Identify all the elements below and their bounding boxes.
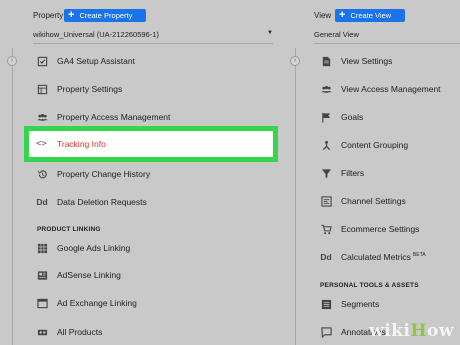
view-item-goals[interactable]: Goals: [320, 104, 363, 130]
property-item-label: GA4 Setup Assistant: [57, 56, 135, 66]
property-item-ad-exchange-linking[interactable]: Ad Exchange Linking: [36, 290, 137, 316]
create-property-button[interactable]: + Create Property: [64, 9, 146, 22]
property-item-label: Data Deletion Requests: [57, 197, 147, 207]
property-item-label: Property Change History: [57, 169, 151, 179]
property-item-label: Property Settings: [57, 84, 123, 94]
view-item-label: Goals: [341, 112, 364, 122]
people-icon: [320, 83, 332, 95]
property-item-change-history[interactable]: Property Change History: [36, 161, 150, 187]
view-item-content-grouping[interactable]: Content Grouping: [320, 132, 408, 158]
expand-middle-icon[interactable]: ›: [290, 56, 300, 66]
view-item-label: Calculated Metrics: [341, 252, 411, 262]
wikihow-watermark: wikiHow: [369, 321, 454, 341]
view-item-label: Filters: [341, 168, 365, 178]
segments-icon: [320, 298, 332, 310]
property-item-adsense-linking[interactable]: AdSense Linking: [36, 262, 121, 288]
view-item-label: View Settings: [341, 56, 393, 66]
view-item-label: Segments: [341, 299, 380, 309]
document-icon: [320, 55, 332, 67]
content-grouping-icon: [320, 139, 332, 151]
property-selector[interactable]: wikihow_Universal (UA-212260596-1) ▼: [33, 30, 273, 39]
property-item-label: Tracking Info: [57, 139, 106, 149]
property-item-google-ads-linking[interactable]: Google Ads Linking: [36, 235, 130, 261]
beta-badge: BETA: [412, 252, 426, 258]
view-item-channel-settings[interactable]: Channel Settings: [320, 188, 406, 214]
settings-panel-icon: [36, 83, 48, 95]
annotation-icon: [320, 326, 332, 338]
link-icon: [36, 326, 48, 338]
property-item-settings[interactable]: Property Settings: [36, 76, 122, 102]
create-view-label: Create View: [350, 11, 392, 20]
middle-rail: [295, 48, 296, 345]
dd-icon: Dd: [320, 252, 332, 262]
property-column-label: Property: [33, 11, 64, 20]
history-icon: [36, 168, 48, 180]
flag-icon: [320, 111, 332, 123]
property-selector-underline: [33, 43, 273, 44]
plus-icon: +: [339, 9, 346, 21]
plus-icon: +: [68, 9, 75, 21]
adsense-icon: [36, 269, 48, 281]
view-item-label: Content Grouping: [341, 140, 409, 150]
view-item-label: Ecommerce Settings: [341, 224, 420, 234]
property-item-data-deletion[interactable]: Dd Data Deletion Requests: [36, 189, 147, 215]
view-selector-underline: [314, 43, 460, 44]
property-item-label: Google Ads Linking: [57, 243, 131, 253]
view-item-settings[interactable]: View Settings: [320, 48, 392, 74]
code-icon: <>: [36, 139, 47, 149]
view-item-filters[interactable]: Filters: [320, 160, 364, 186]
view-item-label: View Access Management: [341, 84, 441, 94]
property-item-label: Property Access Management: [57, 112, 171, 122]
property-selector-value: wikihow_Universal (UA-212260596-1): [33, 30, 159, 39]
property-item-all-products[interactable]: All Products: [36, 319, 102, 345]
personal-tools-heading: PERSONAL TOOLS & ASSETS: [320, 282, 419, 289]
view-item-calculated-metrics[interactable]: Dd Calculated Metrics BETA: [320, 244, 426, 270]
property-item-tracking-info[interactable]: <> Tracking Info: [36, 134, 106, 154]
view-item-ecommerce-settings[interactable]: Ecommerce Settings: [320, 216, 419, 242]
property-item-label: Ad Exchange Linking: [57, 298, 137, 308]
chevron-down-icon: ▼: [267, 30, 273, 36]
property-item-label: All Products: [57, 327, 103, 337]
view-column-label: View: [314, 11, 332, 20]
property-item-ga4-setup[interactable]: GA4 Setup Assistant: [36, 48, 135, 74]
view-item-label: Channel Settings: [341, 196, 406, 206]
checklist-icon: [36, 55, 48, 67]
view-selector[interactable]: General View: [314, 30, 359, 39]
ads-grid-icon: [36, 242, 48, 254]
view-item-segments[interactable]: Segments: [320, 291, 379, 317]
filter-icon: [320, 167, 332, 179]
dd-icon: Dd: [36, 197, 48, 207]
view-item-access-management[interactable]: View Access Management: [320, 76, 441, 102]
create-view-button[interactable]: + Create View: [335, 9, 405, 22]
ad-exchange-icon: [36, 297, 48, 309]
property-item-label: AdSense Linking: [57, 270, 121, 280]
product-linking-heading: PRODUCT LINKING: [37, 226, 101, 233]
expand-left-icon[interactable]: ›: [7, 56, 17, 66]
channel-icon: [320, 195, 332, 207]
people-icon: [36, 111, 48, 123]
left-rail: [12, 48, 13, 345]
create-property-label: Create Property: [79, 11, 133, 20]
cart-icon: [320, 223, 332, 235]
